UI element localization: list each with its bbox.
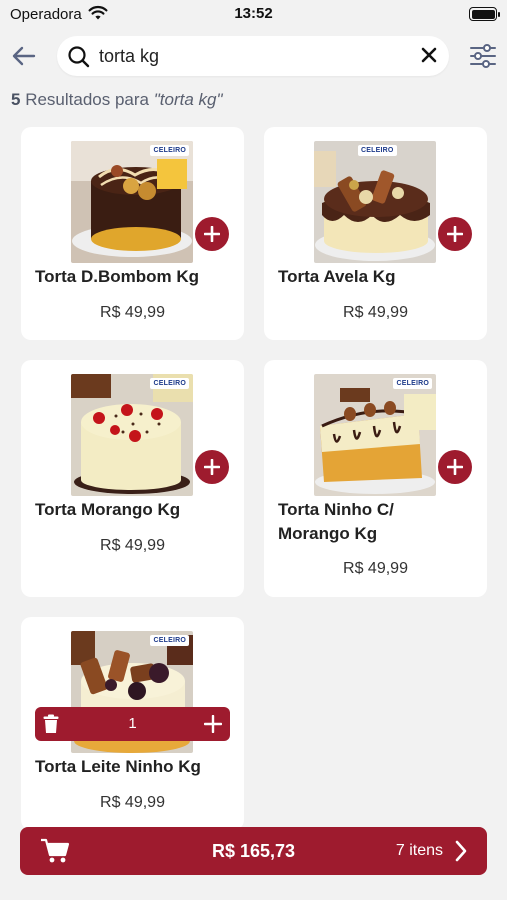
search-header xyxy=(0,36,507,78)
product-name: Torta Morango Kg xyxy=(35,500,181,519)
battery-icon xyxy=(469,7,500,21)
results-count: 5 xyxy=(11,90,21,109)
product-image: CELEIRO xyxy=(71,374,193,496)
cart-bar[interactable]: R$ 165,73 7 itens xyxy=(20,827,487,875)
add-to-cart-button[interactable] xyxy=(195,450,229,484)
product-image: CELEIRO xyxy=(314,374,436,496)
quantity-value: 1 xyxy=(128,715,137,732)
product-card[interactable]: CELEIRO Torta Avela Kg R$ 49,99 xyxy=(264,127,487,340)
store-logo: CELEIRO xyxy=(150,635,189,646)
status-bar: Operadora 13:52 xyxy=(0,0,507,28)
add-to-cart-button[interactable] xyxy=(438,217,472,251)
plus-icon xyxy=(447,226,463,242)
filter-button[interactable] xyxy=(467,40,499,72)
chevron-right-icon xyxy=(455,840,467,862)
plus-icon xyxy=(204,459,220,475)
product-name: Torta Leite Ninho Kg xyxy=(35,757,201,776)
product-card[interactable]: CELEIRO Torta D.Bombom Kg R$ 49,99 xyxy=(21,127,244,340)
filter-icon xyxy=(470,44,496,68)
product-price: R$ 49,99 xyxy=(100,537,165,554)
search-bar xyxy=(57,36,449,76)
search-icon xyxy=(68,46,90,68)
plus-icon xyxy=(447,459,463,475)
results-query: "torta kg" xyxy=(153,90,223,109)
back-button[interactable] xyxy=(8,40,40,72)
product-name: Torta Avela Kg xyxy=(278,267,396,286)
quantity-stepper: 1 xyxy=(35,707,230,741)
product-name: Torta D.Bombom Kg xyxy=(35,267,200,286)
product-price: R$ 49,99 xyxy=(343,560,408,577)
search-input[interactable] xyxy=(99,44,399,68)
add-to-cart-button[interactable] xyxy=(438,450,472,484)
product-image: CELEIRO xyxy=(314,141,436,263)
plus-icon[interactable] xyxy=(204,715,222,733)
results-prefix: Resultados para xyxy=(25,90,150,109)
status-time: 13:52 xyxy=(234,5,273,22)
store-logo: CELEIRO xyxy=(393,378,432,389)
close-icon[interactable] xyxy=(421,47,437,63)
product-price: R$ 49,99 xyxy=(100,794,165,811)
add-to-cart-button[interactable] xyxy=(195,217,229,251)
product-card[interactable]: CELEIRO Torta Ninho C/ Morango Kg R$ 49,… xyxy=(264,360,487,597)
product-price: R$ 49,99 xyxy=(343,304,408,321)
product-name: Torta Ninho C/ Morango Kg xyxy=(278,500,394,543)
product-image: CELEIRO xyxy=(71,141,193,263)
store-logo: CELEIRO xyxy=(150,378,189,389)
results-summary: 5 Resultados para "torta kg" xyxy=(11,90,223,110)
product-price: R$ 49,99 xyxy=(100,304,165,321)
product-card[interactable]: CELEIRO 1 Torta Leite Ninho Kg R$ 49,99 xyxy=(21,617,244,830)
product-card[interactable]: CELEIRO Torta Morango Kg R$ 49,99 xyxy=(21,360,244,597)
plus-icon xyxy=(204,226,220,242)
back-arrow-icon xyxy=(12,46,36,66)
store-logo: CELEIRO xyxy=(150,145,189,156)
store-logo: CELEIRO xyxy=(358,145,397,156)
cart-item-count: 7 itens xyxy=(395,842,443,859)
